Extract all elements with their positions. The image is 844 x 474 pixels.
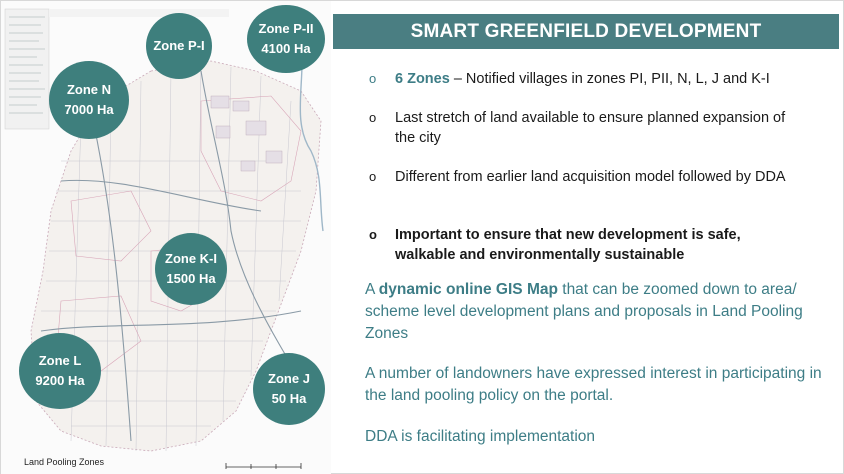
bullet-highlight: 6 Zones [395,71,450,87]
zone-name: Zone N [66,82,112,97]
zone-area: 1500 Ha [166,271,216,286]
gis-map-paragraph: A dynamic online GIS Map that can be zoo… [365,279,831,345]
zone-l-marker[interactable]: Zone L 9200 Ha [19,333,101,409]
bullet-marker: o [369,71,377,86]
zone-area: 4100 Ha [261,41,311,56]
bullet-text: Different from earlier land acquisition … [395,169,786,185]
slide: Zone P-I Zone P-II 4100 Ha Zone N 7000 H… [0,0,844,474]
bullet-text: Last stretch of land available to ensure… [395,110,786,146]
zone-k1-marker[interactable]: Zone K-I 1500 Ha [155,233,227,305]
bullet-marker: o [369,169,377,184]
bullet-text: Important to ensure that new development… [395,227,741,263]
zone-name: Zone K-I [165,251,217,266]
zone-name: Zone J [268,371,310,386]
zone-p1-marker[interactable]: Zone P-I [146,13,212,79]
zone-p2-marker[interactable]: Zone P-II 4100 Ha [247,5,325,73]
bullet-text: – Notified villages in zones PI, PII, N,… [449,71,770,87]
zone-name: Zone P-I [153,38,205,53]
bullet-marker: o [369,227,377,242]
gis-map-highlight: dynamic online GIS Map [378,281,558,298]
zone-area: 50 Ha [271,391,307,406]
zone-n-marker[interactable]: Zone N 7000 Ha [49,61,129,139]
zone-name: Zone P-II [258,21,314,36]
zone-j-marker[interactable]: Zone J 50 Ha [253,353,325,425]
dda-paragraph: DDA is facilitating implementation [365,428,596,445]
slide-title: SMART GREENFIELD DEVELOPMENT [333,14,839,49]
map-caption: Land Pooling Zones [24,457,105,467]
land-pooling-map[interactable]: Zone P-I Zone P-II 4100 Ha Zone N 7000 H… [1,1,331,474]
bullet-marker: o [369,110,377,125]
zone-area: 7000 Ha [64,102,114,117]
zone-name: Zone L [38,353,82,368]
zone-area: 9200 Ha [35,373,85,388]
landowners-paragraph: A number of landowners have expressed in… [365,365,822,404]
paragraph-prefix: A [365,281,379,298]
